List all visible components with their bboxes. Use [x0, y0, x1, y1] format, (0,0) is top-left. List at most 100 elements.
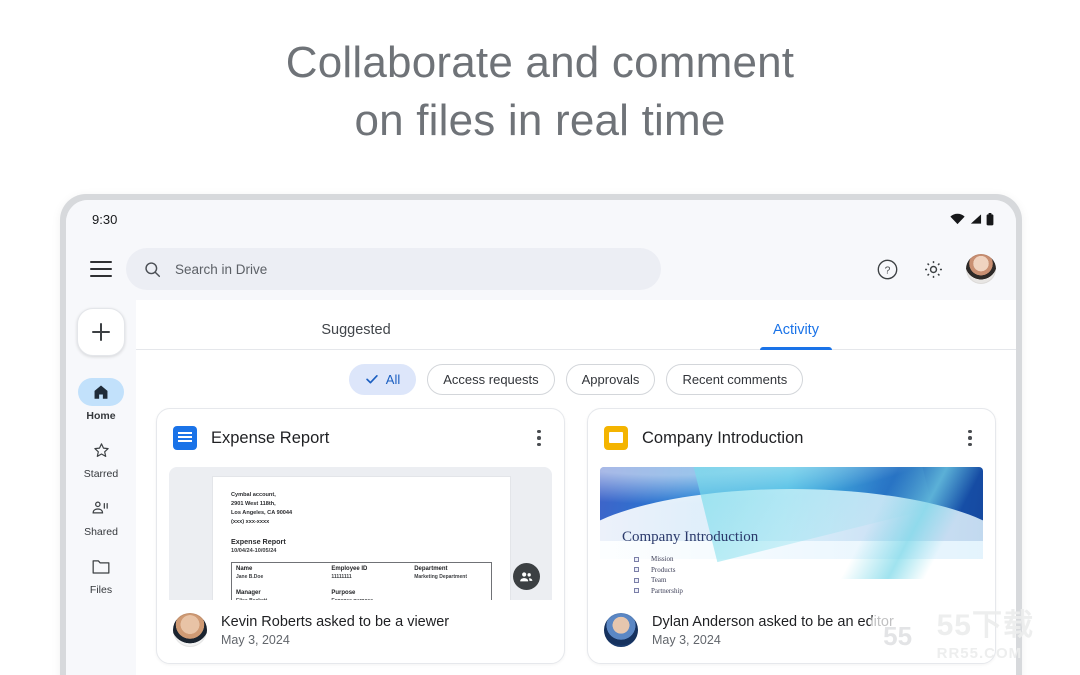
activity-card-company-introduction[interactable]: Company Introduction Company Introductio… [587, 408, 996, 664]
shared-people-icon [92, 501, 108, 513]
folder-icon [92, 560, 110, 574]
chip-label: All [385, 371, 401, 387]
card-title: Expense Report [211, 428, 330, 447]
activity-message: Kevin Roberts asked to be a viewer [221, 613, 450, 630]
signal-icon [970, 214, 982, 224]
page-root: Collaborate and comment on files in real… [0, 0, 1080, 675]
sidebar-item-label: Starred [83, 468, 119, 480]
home-icon [94, 385, 108, 399]
navigation-rail: Home Starred Shared Files [66, 300, 136, 675]
status-bar: 9:30 [66, 200, 1016, 238]
doc-address-line-2: 2901 West 118th, [231, 501, 276, 507]
home-pill [78, 378, 124, 406]
doc-td-manager: Elisa Beckett [236, 598, 331, 600]
doc-th-manager: Manager [236, 590, 261, 596]
doc-address-line-3: Los Angeles, CA 90044 [231, 510, 293, 516]
chip-approvals[interactable]: Approvals [565, 363, 656, 395]
slide-bullet-label: Products [651, 565, 676, 574]
doc-address-line-1: Cymbal account, [231, 492, 276, 498]
doc-td-name: Jane B.Doe [236, 574, 264, 580]
battery-icon [986, 212, 994, 225]
doc-table: Name Employee ID Department Jane B.Doe 1… [231, 562, 492, 600]
doc-date-range: 10/04/24-10/05/24 [231, 548, 277, 554]
slide-bullet: Team [634, 576, 683, 584]
bullet-square-icon [634, 556, 639, 562]
hamburger-menu-icon[interactable] [90, 261, 112, 277]
chip-all[interactable]: All [348, 363, 417, 395]
sidebar-item-home[interactable]: Home [70, 378, 132, 422]
app-bar: Search in Drive ? [66, 238, 1016, 300]
sidebar-item-files[interactable]: Files [70, 552, 132, 596]
search-input[interactable]: Search in Drive [126, 248, 661, 290]
star-icon [93, 442, 109, 457]
doc-table-header-row-1: Name Employee ID Department [232, 563, 491, 572]
sidebar-item-label: Shared [84, 526, 118, 538]
status-time: 9:30 [92, 211, 118, 227]
svg-text:?: ? [884, 264, 890, 276]
dylan-anderson-avatar [604, 613, 638, 647]
activity-row: Dylan Anderson asked to be an editor May… [588, 600, 995, 663]
filter-chips: All Access requests Approvals Recent com… [136, 350, 1016, 408]
status-icons [950, 212, 994, 226]
slide-thumbnail[interactable]: Company Introduction Mission Products Te… [600, 467, 983, 600]
slide-bullet: Mission [634, 555, 683, 563]
headline-line-2: on files in real time [354, 96, 726, 145]
doc-table-value-row-2: Elisa Beckett Expense purpose [232, 596, 491, 600]
slide-bullet-label: Mission [651, 555, 674, 563]
device-screen: 9:30 Search in Drive ? Home Starred Shar… [66, 200, 1016, 675]
sidebar-item-label: Home [86, 410, 116, 422]
slide-bullet: Products [634, 566, 683, 574]
shared-pill [78, 494, 124, 522]
sidebar-item-label: Files [89, 584, 113, 596]
card-header: Company Introduction [588, 409, 995, 467]
activity-card-expense-report[interactable]: Expense Report Cymbal account, 2901 West… [156, 408, 565, 664]
slide-bullet-list: Mission Products Team Partnership [634, 555, 683, 597]
doc-heading: Expense Report [231, 537, 286, 546]
activity-card-list: Expense Report Cymbal account, 2901 West… [136, 408, 1016, 664]
headline-line-1: Collaborate and comment [285, 38, 795, 87]
activity-message: Dylan Anderson asked to be an editor [652, 613, 894, 630]
tab-suggested[interactable]: Suggested [136, 300, 576, 349]
tab-activity[interactable]: Activity [576, 300, 1016, 349]
kebab-menu-icon[interactable] [528, 427, 550, 449]
avatar[interactable] [966, 254, 996, 284]
doc-table-header-row-2: Manager Purpose [232, 587, 491, 596]
slide-title: Company Introduction [622, 529, 759, 545]
gear-icon[interactable] [920, 256, 946, 282]
help-circle-icon[interactable]: ? [874, 256, 900, 282]
slide-bullet: Partnership [634, 587, 683, 595]
kebab-menu-icon[interactable] [959, 427, 981, 449]
check-icon [366, 375, 378, 384]
doc-th-purpose: Purpose [331, 590, 356, 596]
kevin-roberts-avatar [173, 613, 207, 647]
chip-label: Access requests [443, 371, 539, 387]
doc-td-purpose: Expense purpose [331, 598, 414, 600]
card-title: Company Introduction [642, 428, 804, 447]
document-page-preview: Cymbal account, 2901 West 118th, Los Ang… [213, 477, 510, 600]
activity-date: May 3, 2024 [652, 632, 721, 647]
sidebar-item-starred[interactable]: Starred [70, 436, 132, 480]
people-badge-icon[interactable] [513, 563, 540, 590]
bullet-square-icon [634, 567, 639, 572]
chip-label: Recent comments [682, 371, 788, 387]
slides-icon [604, 426, 628, 450]
doc-th-name: Name [236, 566, 253, 572]
tab-bar: Suggested Activity [136, 300, 1016, 350]
chip-access-requests[interactable]: Access requests [427, 363, 555, 395]
sidebar-item-shared[interactable]: Shared [70, 494, 132, 538]
bullet-square-icon [634, 577, 639, 583]
activity-date: May 3, 2024 [221, 632, 290, 647]
create-new-button[interactable] [77, 308, 125, 356]
document-thumbnail[interactable]: Cymbal account, 2901 West 118th, Los Ang… [169, 467, 552, 600]
activity-text: Dylan Anderson asked to be an editor May… [652, 614, 894, 647]
content-area: Suggested Activity All Access requests A… [136, 300, 1016, 675]
body-split: Home Starred Shared Files Suggested Acti… [66, 300, 1016, 675]
chip-label: Approvals [581, 371, 640, 387]
doc-td-department: Marketing Department [414, 574, 467, 580]
search-placeholder: Search in Drive [175, 261, 268, 277]
chip-recent-comments[interactable]: Recent comments [666, 363, 804, 395]
slide-bullet-label: Team [651, 576, 667, 584]
doc-th-department: Department [414, 566, 448, 572]
slide-bullet-label: Partnership [651, 586, 683, 595]
doc-th-employee-id: Employee ID [331, 566, 368, 572]
